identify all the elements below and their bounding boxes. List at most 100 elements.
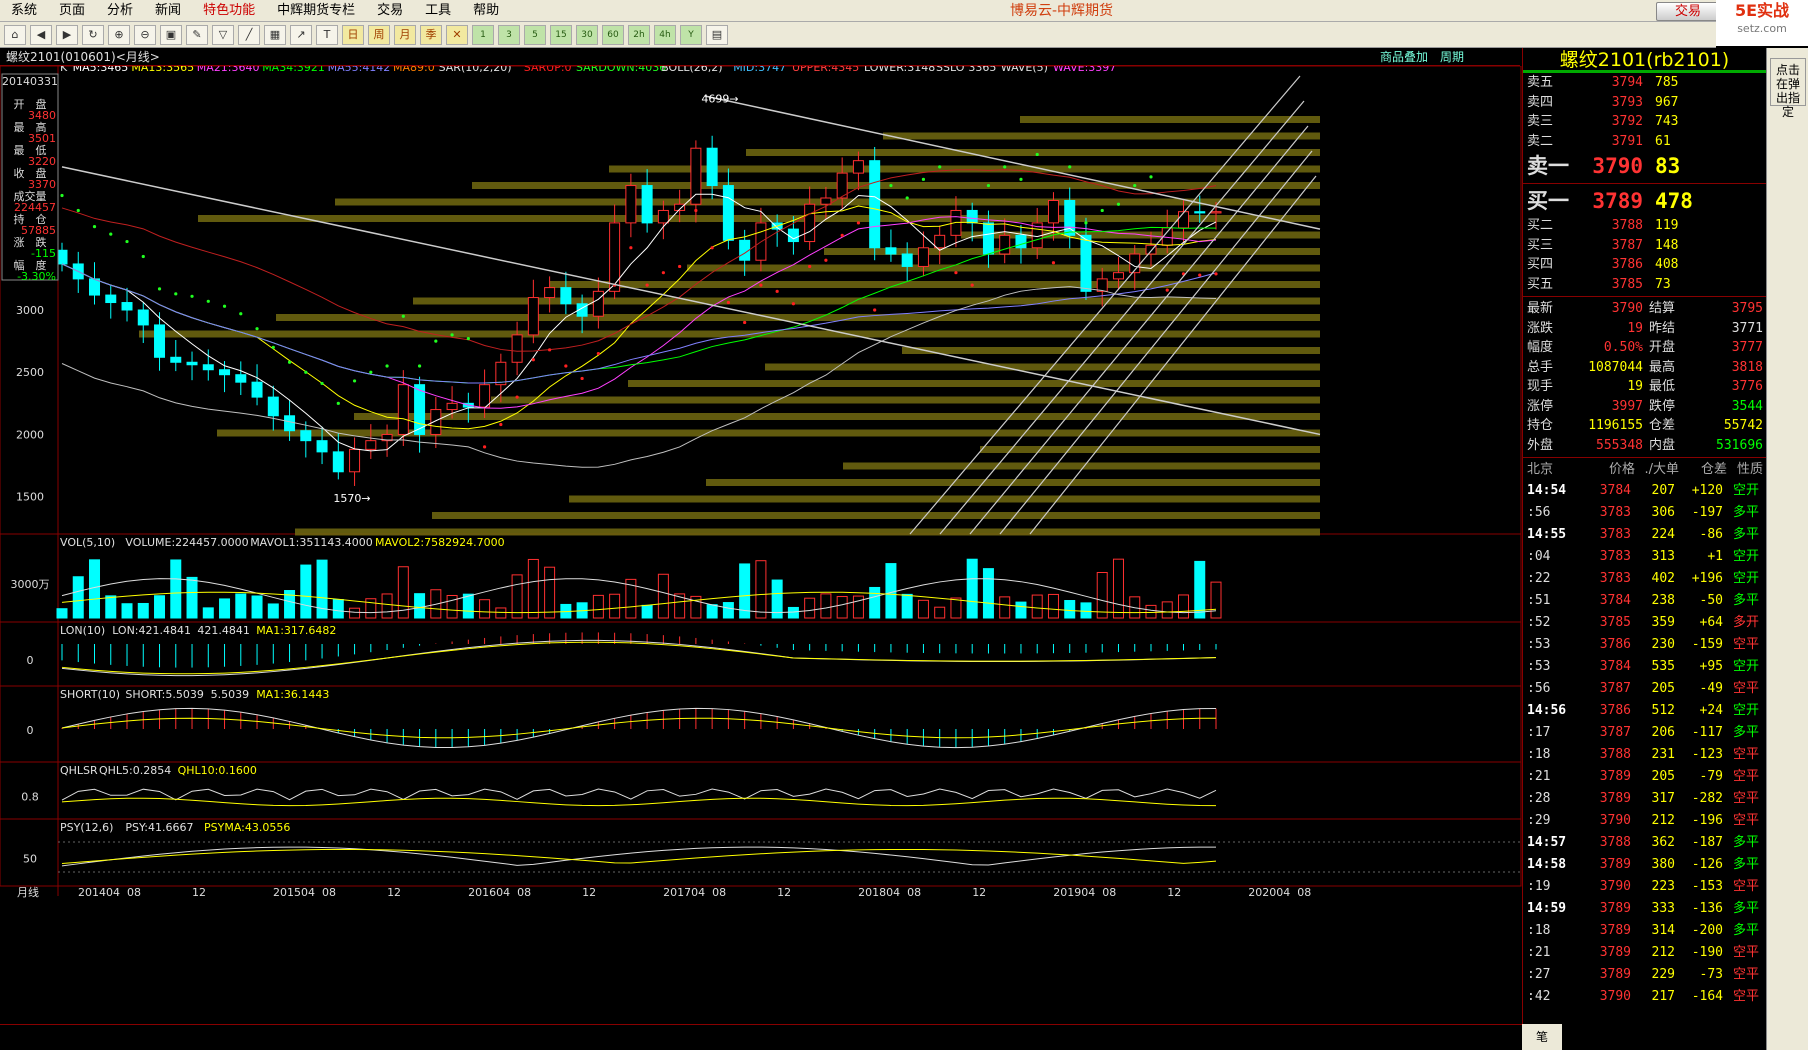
zoom-in-icon[interactable]: ⊕ bbox=[108, 24, 130, 45]
custom-period-icon[interactable]: Y bbox=[680, 24, 702, 45]
chart-icon[interactable]: ↗ bbox=[290, 24, 312, 45]
tick-row[interactable]: 14:58 3789 380 -126 多平 bbox=[1523, 854, 1766, 876]
period-link[interactable]: 周期 bbox=[1440, 48, 1464, 66]
table-icon[interactable]: ▦ bbox=[264, 24, 286, 45]
candle-body bbox=[121, 302, 133, 311]
tick-row[interactable]: :51 3784 238 -50 多平 bbox=[1523, 590, 1766, 612]
bids-row[interactable]: 买三 3787 148 bbox=[1523, 236, 1766, 256]
tick-row[interactable]: 14:56 3786 512 +24 空开 bbox=[1523, 700, 1766, 722]
volume-bar bbox=[641, 604, 653, 619]
bids-row[interactable]: 买二 3788 119 bbox=[1523, 216, 1766, 236]
tick-row[interactable]: 14:59 3789 333 -136 多平 bbox=[1523, 898, 1766, 920]
home-icon[interactable]: ⌂ bbox=[4, 24, 26, 45]
tick-row[interactable]: :27 3789 229 -73 空平 bbox=[1523, 964, 1766, 986]
stat-row: 外盘 555348 内盘 531696 bbox=[1523, 436, 1766, 456]
refresh-icon[interactable]: ↻ bbox=[82, 24, 104, 45]
tick-row[interactable]: 14:54 3784 207 +120 空开 bbox=[1523, 480, 1766, 502]
monthly-icon[interactable]: 月 bbox=[394, 24, 416, 45]
asks-row[interactable]: 卖五 3794 785 bbox=[1523, 73, 1766, 93]
min15-icon[interactable]: 15 bbox=[550, 24, 572, 45]
asks-row[interactable]: 卖一 3790 83 bbox=[1523, 151, 1766, 181]
bids-row[interactable]: 买五 3785 73 bbox=[1523, 275, 1766, 295]
tick-icon[interactable]: T bbox=[316, 24, 338, 45]
bottom-tab[interactable]: 笔 bbox=[1522, 1024, 1562, 1050]
sar-dot bbox=[580, 376, 584, 381]
menu-item-8[interactable]: 帮助 bbox=[462, 0, 510, 22]
tick-volume: 535 bbox=[1651, 659, 1675, 674]
tick-row[interactable]: :29 3790 212 -196 空平 bbox=[1523, 810, 1766, 832]
bids-row[interactable]: 买一 3789 478 bbox=[1523, 186, 1766, 216]
tick-row[interactable]: :18 3788 231 -123 空平 bbox=[1523, 744, 1766, 766]
menu-item-1[interactable]: 页面 bbox=[48, 0, 96, 22]
hour2-icon[interactable]: 2h bbox=[628, 24, 650, 45]
menu-item-2[interactable]: 分析 bbox=[96, 0, 144, 22]
line-tool-icon[interactable]: ╱ bbox=[238, 24, 260, 45]
tick-row[interactable]: :22 3783 402 +196 空开 bbox=[1523, 568, 1766, 590]
candle-body bbox=[170, 356, 182, 363]
sar-dot bbox=[824, 258, 828, 262]
quarterly-icon[interactable]: 季 bbox=[420, 24, 442, 45]
candle-body bbox=[154, 324, 166, 358]
sar-dot bbox=[157, 287, 162, 291]
asks-row[interactable]: 卖二 3791 61 bbox=[1523, 132, 1766, 152]
level-volume: 148 bbox=[1655, 237, 1679, 253]
forward-icon[interactable]: ▶ bbox=[56, 24, 78, 45]
tick-row[interactable]: :53 3784 535 +95 空开 bbox=[1523, 656, 1766, 678]
back-icon[interactable]: ◀ bbox=[30, 24, 52, 45]
tick-row[interactable]: 14:57 3788 362 -187 多平 bbox=[1523, 832, 1766, 854]
tick-volume: 314 bbox=[1651, 923, 1675, 938]
menu-item-4[interactable]: 特色功能 bbox=[192, 0, 266, 22]
tick-row[interactable]: 14:55 3783 224 -86 多平 bbox=[1523, 524, 1766, 546]
asks-row[interactable]: 卖四 3793 967 bbox=[1523, 93, 1766, 113]
tick-row[interactable]: :28 3789 317 -282 空平 bbox=[1523, 788, 1766, 810]
min5-icon[interactable]: 5 bbox=[524, 24, 546, 45]
tick-row[interactable]: :04 3783 313 +1 空开 bbox=[1523, 546, 1766, 568]
tick-list[interactable]: 14:54 3784 207 +120 空开:56 3783 306 -197 多平 14:55 3… bbox=[1523, 480, 1766, 1008]
tick-row[interactable]: :17 3787 206 -117 多平 bbox=[1523, 722, 1766, 744]
min3-icon[interactable]: 3 bbox=[498, 24, 520, 45]
volume-bar bbox=[885, 563, 897, 619]
daily-icon[interactable]: 日 bbox=[342, 24, 364, 45]
zoom-out-icon[interactable]: ⊖ bbox=[134, 24, 156, 45]
tick-row[interactable]: :21 3789 205 -79 空平 bbox=[1523, 766, 1766, 788]
min1-icon[interactable]: 1 bbox=[472, 24, 494, 45]
tick-price: 3789 bbox=[1599, 945, 1631, 960]
legend-item: MA34:3921 bbox=[262, 66, 325, 74]
tick-row[interactable]: :18 3789 314 -200 多平 bbox=[1523, 920, 1766, 942]
candle-body bbox=[251, 381, 263, 398]
menu-item-7[interactable]: 工具 bbox=[414, 0, 462, 22]
menu-item-0[interactable]: 系统 bbox=[0, 0, 48, 22]
candle-body bbox=[365, 440, 377, 450]
candle-body bbox=[917, 247, 929, 267]
tick-row[interactable]: :56 3783 306 -197 多平 bbox=[1523, 502, 1766, 524]
trade-button[interactable]: 交易 bbox=[1656, 2, 1720, 21]
tick-time: :28 bbox=[1527, 791, 1551, 806]
tick-row[interactable]: :56 3787 205 -49 空平 bbox=[1523, 678, 1766, 700]
layout-icon[interactable]: ▣ bbox=[160, 24, 182, 45]
overlay-link[interactable]: 商品叠加 bbox=[1380, 48, 1428, 66]
tick-row[interactable]: :21 3789 212 -190 空平 bbox=[1523, 942, 1766, 964]
draw-icon[interactable]: ✎ bbox=[186, 24, 208, 45]
tick-row[interactable]: :42 3790 217 -164 空平 bbox=[1523, 986, 1766, 1008]
bids-row[interactable]: 买四 3786 408 bbox=[1523, 255, 1766, 275]
min30-icon[interactable]: 30 bbox=[576, 24, 598, 45]
tick-row[interactable]: :19 3790 223 -153 空平 bbox=[1523, 876, 1766, 898]
yearly-icon[interactable]: ✕ bbox=[446, 24, 468, 45]
hour4-icon[interactable]: 4h bbox=[654, 24, 676, 45]
kline-chart[interactable]: 3000 2500 2000 1500 4699→ 1570→ K MA5:3465 MA13:… bbox=[0, 66, 1522, 1042]
asks-row[interactable]: 卖三 3792 743 bbox=[1523, 112, 1766, 132]
filter-icon[interactable]: ▽ bbox=[212, 24, 234, 45]
grid-icon[interactable]: ▤ bbox=[706, 24, 728, 45]
panel-legend-qhlsr: QHLSR bbox=[60, 764, 98, 777]
min60-icon[interactable]: 60 bbox=[602, 24, 624, 45]
candle-body bbox=[332, 451, 344, 473]
weekly-icon[interactable]: 周 bbox=[368, 24, 390, 45]
menu-item-3[interactable]: 新闻 bbox=[144, 0, 192, 22]
side-note[interactable]: 点击在弹出指定 bbox=[1770, 58, 1806, 119]
volume-bar bbox=[186, 576, 198, 619]
tick-row[interactable]: :53 3786 230 -159 空平 bbox=[1523, 634, 1766, 656]
menu-item-5[interactable]: 中辉期货专栏 bbox=[266, 0, 366, 22]
tick-nature: 多平 bbox=[1732, 835, 1759, 850]
tick-row[interactable]: :52 3785 359 +64 多开 bbox=[1523, 612, 1766, 634]
menu-item-6[interactable]: 交易 bbox=[366, 0, 414, 22]
